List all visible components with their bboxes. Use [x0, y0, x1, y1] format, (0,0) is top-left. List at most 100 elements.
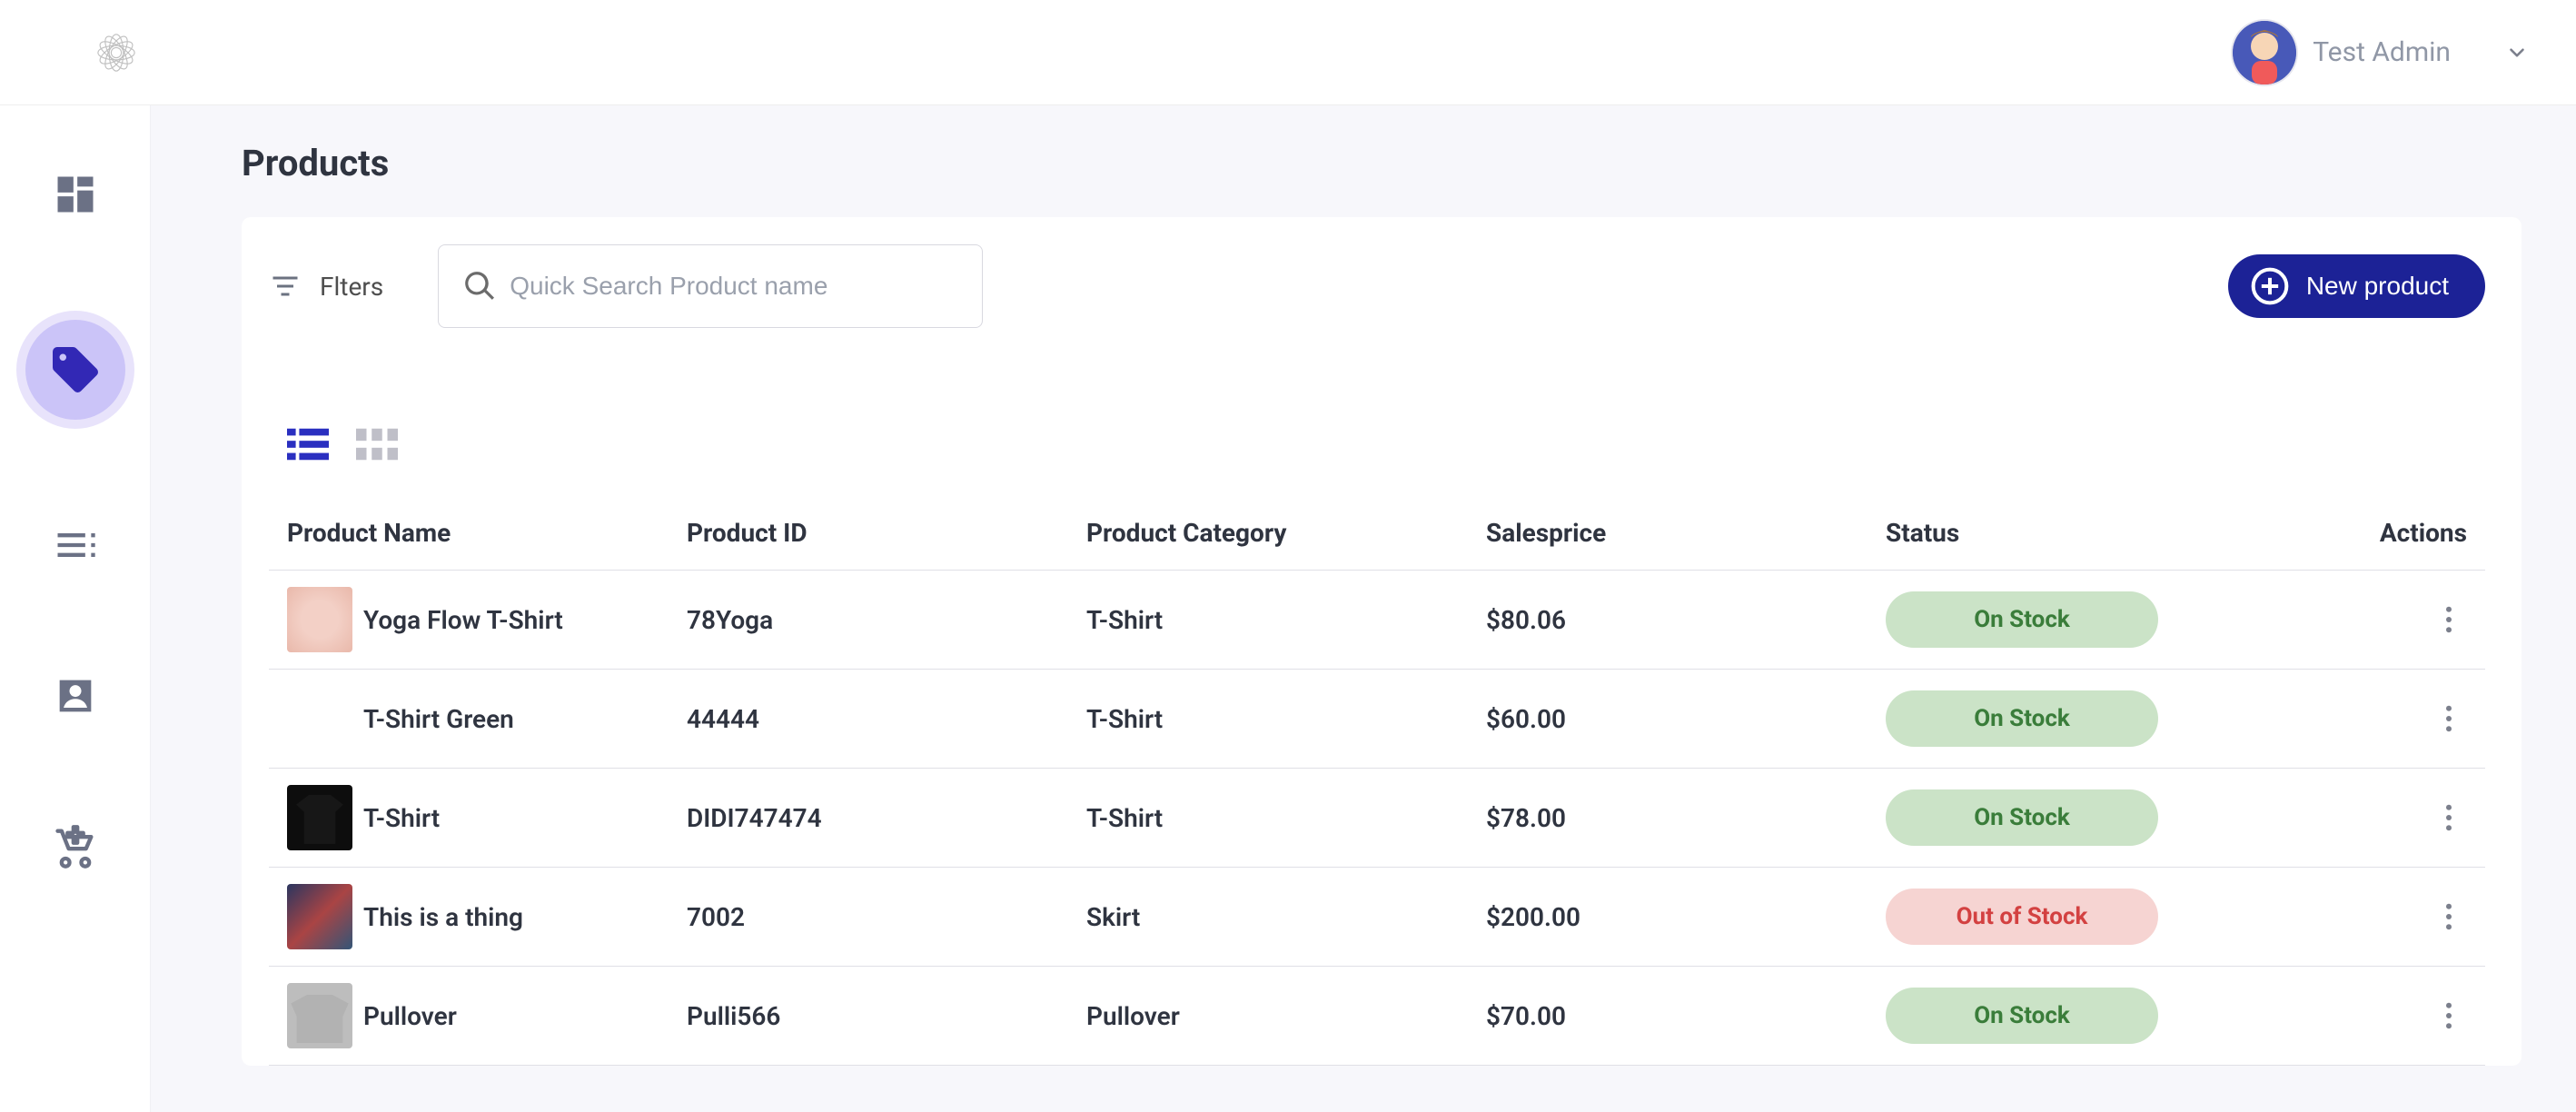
filter-icon: [269, 270, 302, 303]
user-name: Test Admin: [2313, 36, 2451, 68]
row-more-button[interactable]: [2431, 998, 2467, 1034]
cell-price: $78.00: [1486, 803, 1886, 833]
cell-status: On Stock: [1886, 789, 2285, 846]
table-row[interactable]: PulloverPulli566Pullover$70.00On Stock: [269, 967, 2485, 1066]
cell-category: Pullover: [1086, 1001, 1486, 1031]
cell-id: Pulli566: [687, 1001, 1086, 1031]
cell-category: T-Shirt: [1086, 803, 1486, 833]
view-list-button[interactable]: [287, 428, 329, 464]
cell-name: Yoga Flow T-Shirt: [287, 587, 687, 652]
product-name: This is a thing: [363, 902, 523, 932]
brand-logo[interactable]: [91, 27, 142, 78]
status-badge: On Stock: [1886, 988, 2158, 1044]
view-grid-button[interactable]: [356, 428, 398, 464]
product-name: T-Shirt Green: [363, 704, 514, 734]
status-badge: On Stock: [1886, 591, 2158, 648]
plus-circle-icon: [2250, 266, 2290, 306]
row-more-button[interactable]: [2431, 700, 2467, 737]
status-badge: Out of Stock: [1886, 889, 2158, 945]
more-vertical-icon: [2445, 1002, 2452, 1029]
view-toggle: [269, 428, 2485, 464]
col-id: Product ID: [687, 518, 1086, 548]
status-badge: On Stock: [1886, 789, 2158, 846]
product-name: T-Shirt: [363, 803, 440, 833]
filters-button[interactable]: Flters: [269, 270, 383, 303]
cell-name: T-Shirt Green: [287, 686, 687, 751]
tag-icon: [48, 343, 103, 397]
cell-actions: [2285, 998, 2467, 1034]
cell-price: $70.00: [1486, 1001, 1886, 1031]
row-more-button[interactable]: [2431, 799, 2467, 836]
sidebar-item-customers[interactable]: [50, 670, 101, 721]
main-content: Products Flters New product: [151, 105, 2576, 1112]
product-thumbnail: [287, 686, 352, 751]
row-more-button[interactable]: [2431, 899, 2467, 935]
products-table: Product Name Product ID Product Category…: [269, 496, 2485, 1066]
cell-price: $60.00: [1486, 704, 1886, 734]
dashboard-icon: [52, 171, 99, 218]
page-title: Products: [242, 142, 2522, 184]
more-vertical-icon: [2445, 606, 2452, 633]
col-name: Product Name: [287, 518, 687, 548]
cell-id: DIDI747474: [687, 803, 1086, 833]
search-input[interactable]: [510, 272, 958, 301]
add-cart-icon: [52, 823, 99, 870]
product-name: Yoga Flow T-Shirt: [363, 605, 563, 635]
product-thumbnail: [287, 884, 352, 949]
list-view-icon: [287, 428, 329, 461]
avatar: [2233, 21, 2296, 84]
product-thumbnail: [287, 983, 352, 1048]
new-product-button[interactable]: New product: [2228, 254, 2485, 318]
col-actions: Actions: [2285, 518, 2467, 548]
cell-status: On Stock: [1886, 591, 2285, 648]
cell-name: This is a thing: [287, 884, 687, 949]
grid-view-icon: [356, 428, 398, 461]
person-icon: [52, 672, 99, 720]
user-menu[interactable]: Test Admin: [2233, 21, 2531, 84]
row-more-button[interactable]: [2431, 601, 2467, 638]
cell-actions: [2285, 899, 2467, 935]
cell-id: 78Yoga: [687, 605, 1086, 635]
cell-category: Skirt: [1086, 902, 1486, 932]
cell-price: $80.06: [1486, 605, 1886, 635]
sidebar: [0, 105, 151, 1112]
table-header: Product Name Product ID Product Category…: [269, 496, 2485, 571]
cell-status: Out of Stock: [1886, 889, 2285, 945]
toolbar: Flters New product: [269, 244, 2485, 328]
cell-status: On Stock: [1886, 988, 2285, 1044]
search-box[interactable]: [438, 244, 983, 328]
sidebar-item-orders[interactable]: [50, 520, 101, 571]
new-product-label: New product: [2306, 272, 2449, 301]
more-vertical-icon: [2445, 804, 2452, 831]
product-thumbnail: [287, 785, 352, 850]
filters-label: Flters: [320, 272, 383, 302]
cell-status: On Stock: [1886, 690, 2285, 747]
cell-name: Pullover: [287, 983, 687, 1048]
content-panel: Flters New product: [242, 217, 2522, 1066]
sidebar-item-dashboard[interactable]: [50, 169, 101, 220]
cell-actions: [2285, 700, 2467, 737]
table-row[interactable]: T-ShirtDIDI747474T-Shirt$78.00On Stock: [269, 769, 2485, 868]
more-vertical-icon: [2445, 903, 2452, 930]
sidebar-item-products[interactable]: [25, 320, 125, 420]
status-badge: On Stock: [1886, 690, 2158, 747]
col-price: Salesprice: [1486, 518, 1886, 548]
cell-category: T-Shirt: [1086, 605, 1486, 635]
cell-actions: [2285, 601, 2467, 638]
app-header: Test Admin: [0, 0, 2576, 105]
cell-actions: [2285, 799, 2467, 836]
table-row[interactable]: Yoga Flow T-Shirt 78YogaT-Shirt$80.06On S…: [269, 571, 2485, 670]
product-name: Pullover: [363, 1001, 457, 1031]
chevron-down-icon: [2503, 39, 2531, 66]
col-category: Product Category: [1086, 518, 1486, 548]
brand-logo-icon: [91, 27, 142, 78]
table-row[interactable]: T-Shirt Green44444T-Shirt$60.00On Stock: [269, 670, 2485, 769]
cell-name: T-Shirt: [287, 785, 687, 850]
cell-id: 7002: [687, 902, 1086, 932]
col-status: Status: [1886, 518, 2285, 548]
table-row[interactable]: This is a thing 7002Skirt$200.00Out of St…: [269, 868, 2485, 967]
more-vertical-icon: [2445, 705, 2452, 732]
cell-price: $200.00: [1486, 902, 1886, 932]
sidebar-item-cart[interactable]: [50, 821, 101, 872]
search-icon: [462, 269, 497, 303]
